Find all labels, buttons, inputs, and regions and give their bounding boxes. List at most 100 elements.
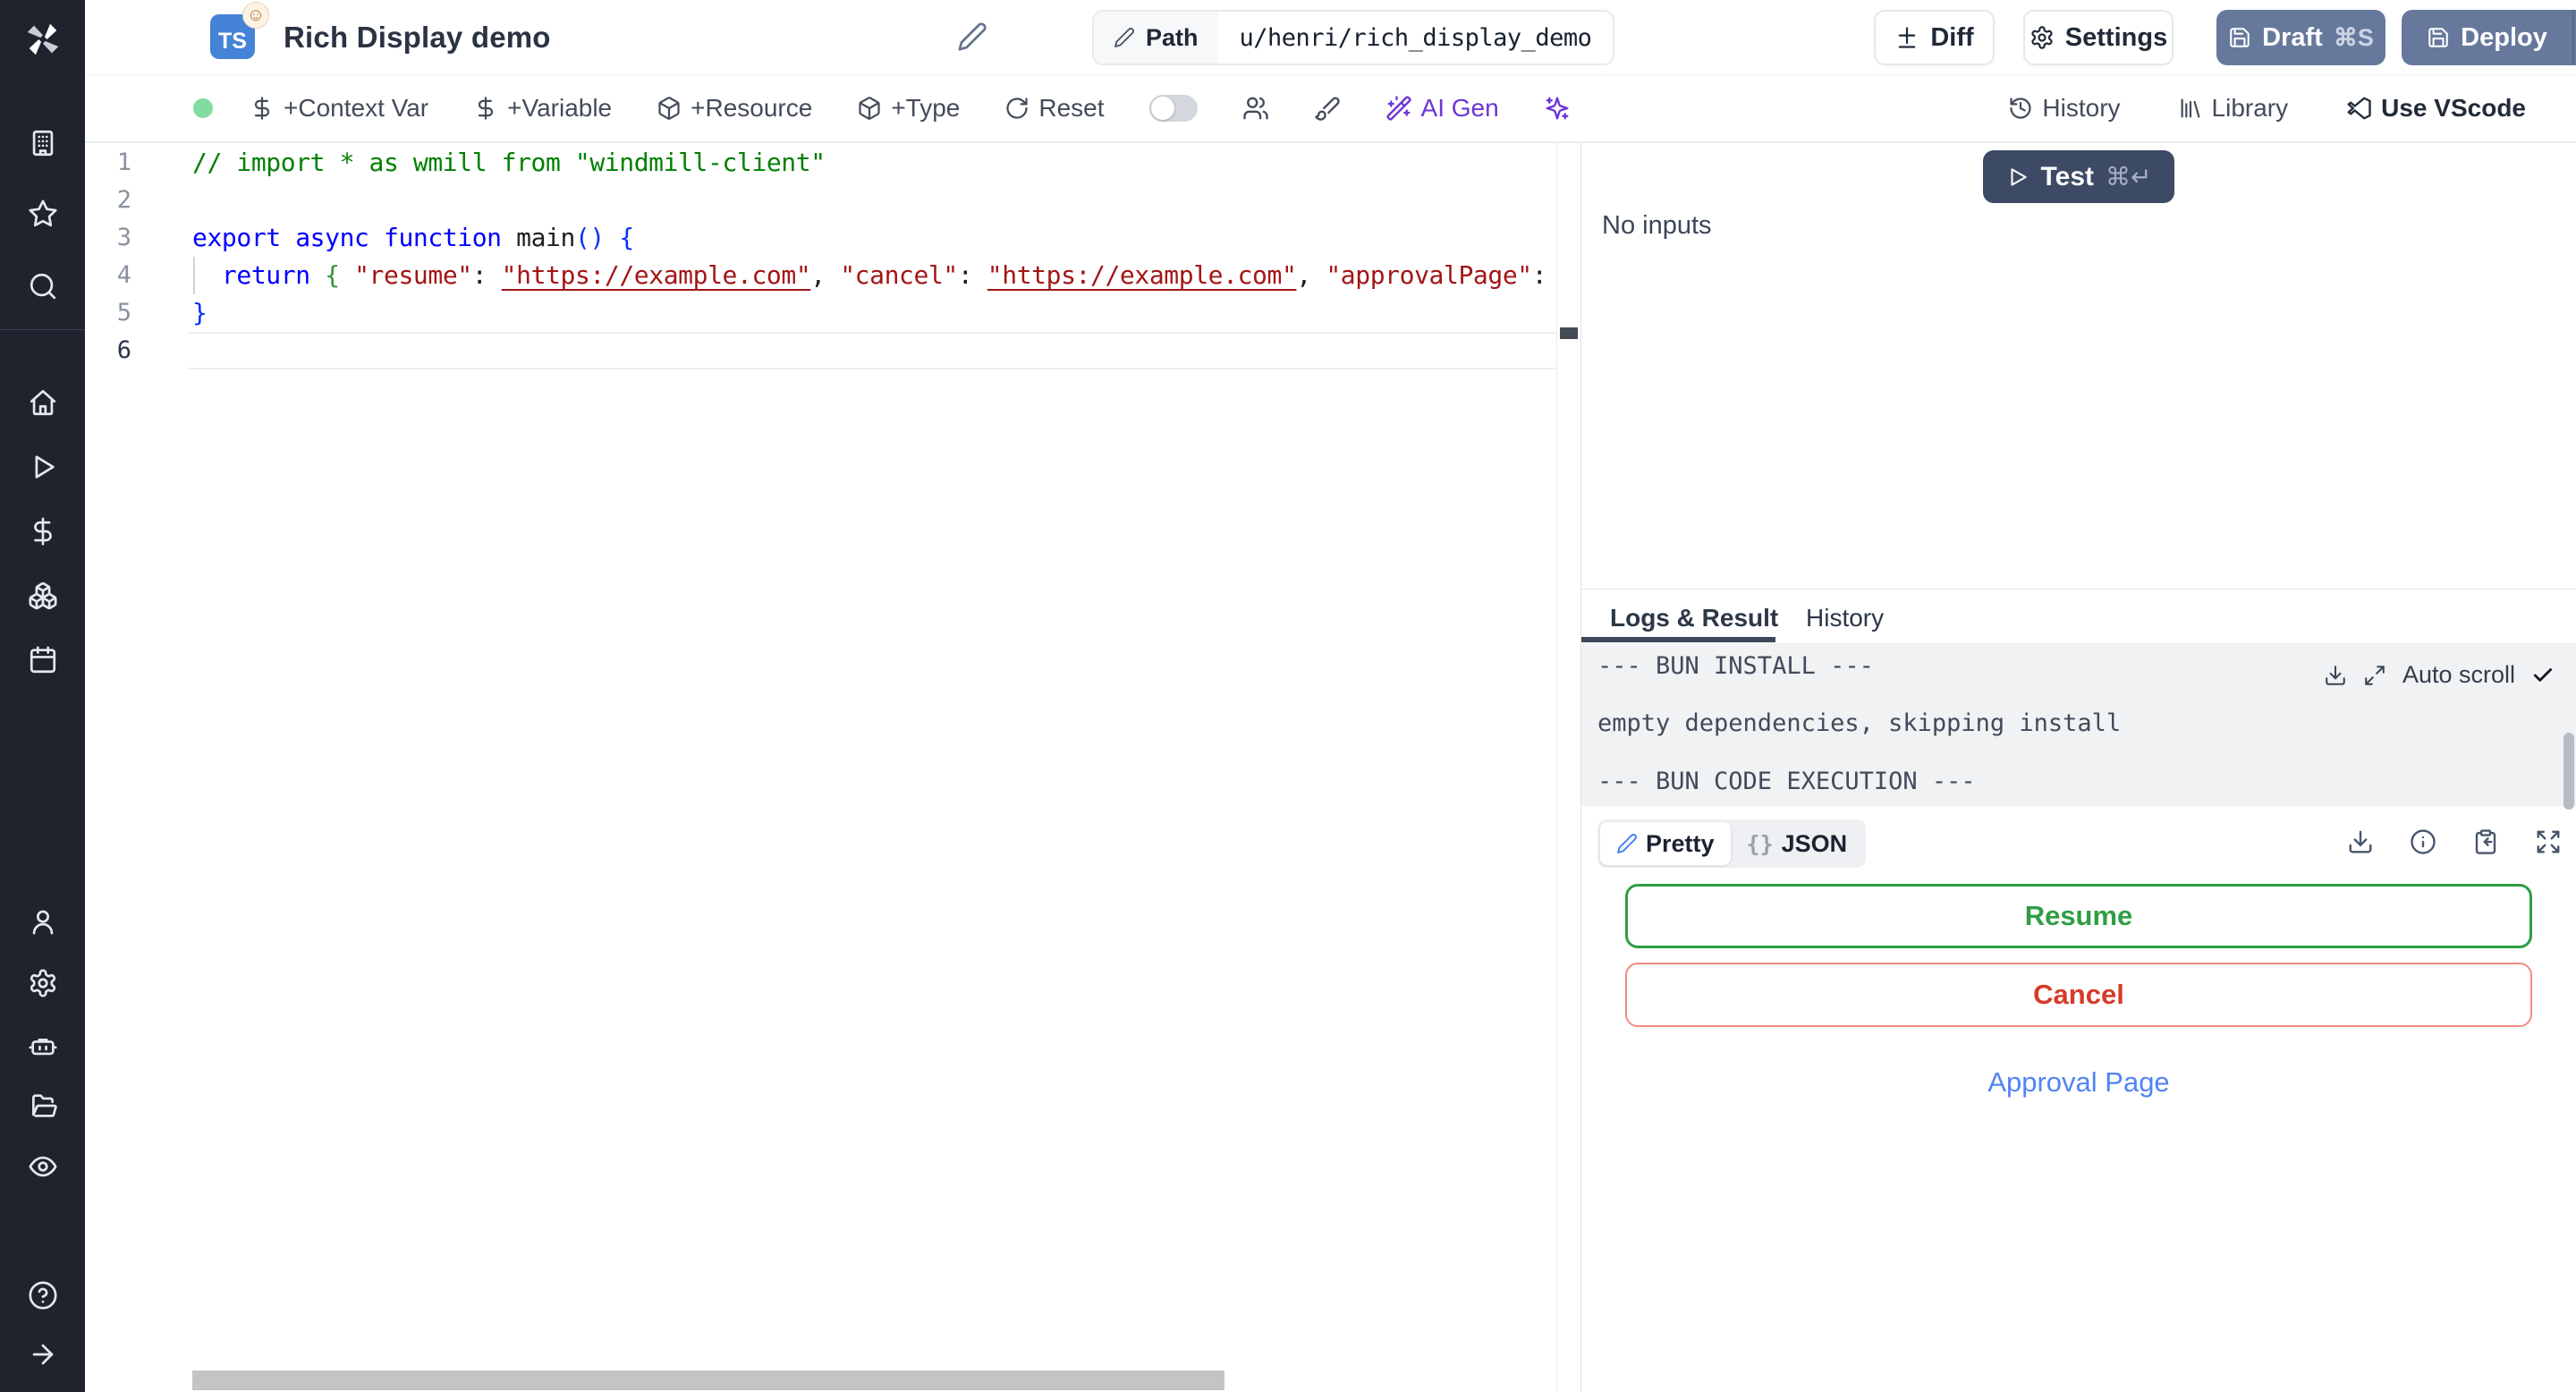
status-dot bbox=[193, 98, 213, 118]
runs-play-icon[interactable] bbox=[28, 452, 58, 482]
path-label: Path bbox=[1146, 23, 1199, 51]
add-context-var-button[interactable]: +Context Var bbox=[250, 94, 428, 123]
auto-scroll-checkbox[interactable] bbox=[2531, 664, 2555, 687]
add-type-button[interactable]: +Type bbox=[857, 94, 960, 123]
horizontal-scrollbar-thumb[interactable] bbox=[192, 1371, 1224, 1390]
line-number-active: 6 bbox=[116, 336, 131, 364]
reset-button[interactable]: Reset bbox=[1004, 94, 1105, 123]
users-icon bbox=[1242, 97, 1268, 120]
download-result-icon[interactable] bbox=[2347, 828, 2374, 855]
log-line: --- BUN INSTALL --- bbox=[1597, 652, 1874, 680]
help-circle-icon[interactable] bbox=[28, 1280, 58, 1311]
settings-gear-icon[interactable] bbox=[28, 968, 58, 998]
expand-logs-icon[interactable] bbox=[2363, 664, 2386, 687]
log-line: empty dependencies, skipping install bbox=[1597, 709, 2122, 737]
save-icon bbox=[2427, 26, 2450, 49]
result-view-switch: Pretty {} JSON bbox=[1597, 819, 1867, 868]
code-editor[interactable]: 1 2 3 4 5 6 // import * as wmill from "w… bbox=[85, 143, 1581, 1392]
refresh-icon bbox=[1006, 98, 1028, 119]
deploy-button[interactable]: Deploy bbox=[2402, 10, 2576, 65]
test-label: Test bbox=[2040, 161, 2094, 191]
ai-gen-button[interactable]: AI Gen bbox=[1385, 94, 1499, 123]
result-toolbar: Pretty {} JSON bbox=[1597, 819, 2562, 868]
page-title: Rich Display demo bbox=[284, 21, 551, 54]
code-line: } bbox=[192, 298, 208, 327]
sidebar-divider bbox=[0, 329, 85, 330]
paintbrush-icon bbox=[1314, 97, 1340, 121]
log-line: --- BUN CODE EXECUTION --- bbox=[1597, 768, 1976, 795]
library-icon bbox=[2181, 98, 2199, 118]
history-button[interactable]: History bbox=[2008, 94, 2121, 123]
play-icon bbox=[2011, 167, 2027, 186]
fullscreen-expand-icon[interactable] bbox=[2535, 828, 2562, 855]
pretty-view-button[interactable]: Pretty bbox=[1600, 822, 1731, 865]
deploy-label: Deploy bbox=[2461, 22, 2547, 52]
ai-sparkles-button[interactable] bbox=[1544, 95, 1571, 122]
settings-label: Settings bbox=[2064, 22, 2168, 52]
test-shortcut: ⌘↵ bbox=[2106, 163, 2152, 191]
logs-scrollbar-thumb[interactable] bbox=[2563, 733, 2574, 810]
approval-page-link[interactable]: Approval Page bbox=[1581, 1066, 2576, 1099]
users-person-icon[interactable] bbox=[28, 907, 58, 938]
diff-mode-toggle[interactable] bbox=[1148, 95, 1198, 122]
test-button[interactable]: Test ⌘↵ bbox=[1983, 150, 2174, 203]
dollar-icon bbox=[250, 96, 275, 121]
line-number: 3 bbox=[116, 224, 131, 251]
package-icon bbox=[857, 96, 882, 121]
library-button[interactable]: Library bbox=[2178, 94, 2288, 123]
draft-button[interactable]: Draft ⌘S bbox=[2216, 10, 2385, 65]
add-resource-button[interactable]: +Resource bbox=[657, 94, 812, 123]
info-icon[interactable] bbox=[2410, 828, 2436, 855]
script-emoji-badge: ☺ bbox=[242, 2, 269, 29]
resources-boxes-icon[interactable] bbox=[28, 581, 58, 611]
json-view-button[interactable]: {} JSON bbox=[1731, 822, 1864, 865]
braces-icon: {} bbox=[1746, 830, 1774, 857]
settings-button[interactable]: Settings bbox=[2023, 10, 2174, 65]
code-line: // import * as wmill from "windmill-clie… bbox=[192, 148, 826, 177]
tab-logs-result[interactable]: Logs & Result bbox=[1610, 604, 1778, 632]
code-line: return { "resume": "https://example.com"… bbox=[221, 260, 1547, 290]
magic-wand-icon bbox=[1385, 96, 1411, 121]
diff-button[interactable]: Diff bbox=[1874, 10, 1995, 65]
sparkles-icon bbox=[1546, 97, 1569, 120]
cancel-button[interactable]: Cancel bbox=[1625, 963, 2532, 1027]
panel-divider-line bbox=[1581, 589, 2576, 590]
copy-to-clipboard-icon[interactable] bbox=[2472, 828, 2499, 855]
home-icon[interactable] bbox=[28, 387, 58, 418]
multiplayer-users-button[interactable] bbox=[1242, 95, 1269, 122]
variables-dollar-icon[interactable] bbox=[28, 516, 58, 547]
favorites-star-icon[interactable] bbox=[28, 199, 58, 229]
add-variable-button[interactable]: +Variable bbox=[473, 94, 612, 123]
workers-robot-icon[interactable] bbox=[28, 1030, 58, 1060]
line-number: 2 bbox=[116, 186, 131, 214]
collapse-arrow-right-icon[interactable] bbox=[28, 1339, 58, 1370]
auto-scroll-label: Auto scroll bbox=[2402, 661, 2515, 688]
run-panel: Test ⌘↵ No inputs Logs & Result History … bbox=[1581, 143, 2576, 1392]
dollar-icon bbox=[473, 96, 498, 121]
use-vscode-button[interactable]: Use VScode bbox=[2345, 94, 2526, 123]
path-value: u/henri/rich_display_demo bbox=[1239, 23, 1592, 52]
path-button[interactable]: Path u/henri/rich_display_demo bbox=[1092, 10, 1615, 65]
workspace-building-icon[interactable] bbox=[28, 128, 58, 158]
folders-icon[interactable] bbox=[28, 1091, 58, 1121]
editor-toolbar: +Context Var +Variable +Resource +Type R… bbox=[85, 75, 2576, 143]
pencil-icon bbox=[1114, 27, 1135, 48]
line-number: 1 bbox=[116, 149, 131, 176]
pen-icon bbox=[1616, 833, 1638, 854]
windmill-script-editor: TS ☺ Rich Display demo Path u/henri/rich… bbox=[0, 0, 2576, 1392]
audit-eye-icon[interactable] bbox=[28, 1151, 58, 1182]
search-icon[interactable] bbox=[28, 271, 58, 301]
edit-title-pencil-icon[interactable] bbox=[957, 21, 987, 52]
editor-scrollbar-boundary bbox=[1556, 143, 1557, 1392]
download-logs-icon[interactable] bbox=[2324, 664, 2347, 687]
format-brush-button[interactable] bbox=[1314, 95, 1341, 122]
left-sidebar bbox=[0, 0, 85, 1392]
save-icon bbox=[2228, 26, 2251, 49]
logs-output: --- BUN INSTALL --- empty dependencies, … bbox=[1581, 643, 2576, 810]
schedules-calendar-icon[interactable] bbox=[28, 645, 58, 675]
line-number: 5 bbox=[116, 299, 131, 327]
windmill-logo-icon[interactable] bbox=[22, 19, 64, 60]
tab-history[interactable]: History bbox=[1806, 604, 1884, 632]
resume-button[interactable]: Resume bbox=[1625, 884, 2532, 948]
active-tab-underline bbox=[1581, 637, 1775, 642]
